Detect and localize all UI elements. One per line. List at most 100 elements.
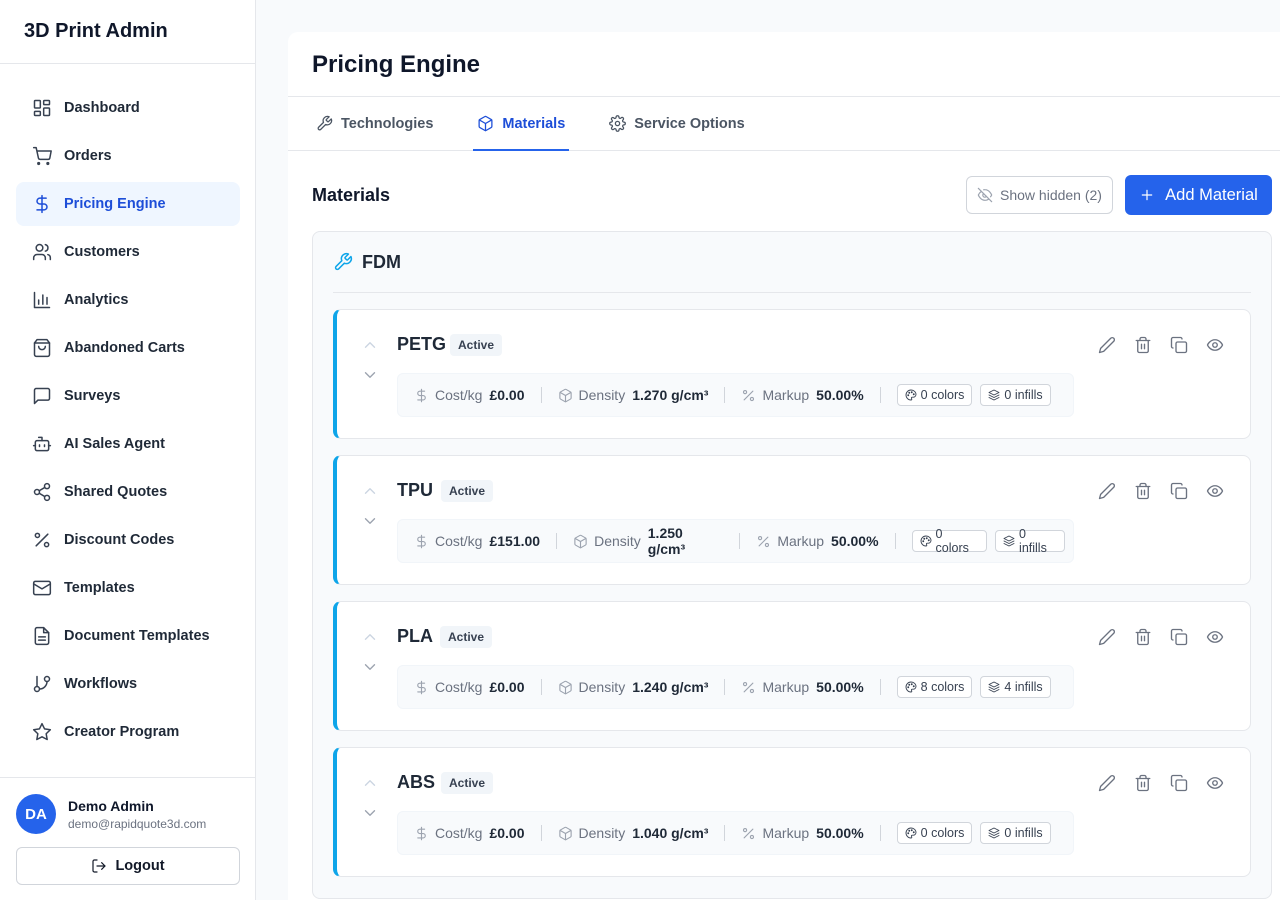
sidebar-item-abandoned-carts[interactable]: Abandoned Carts [16,326,240,370]
user-panel: DA Demo Admin demo@rapidquote3d.com Logo… [0,777,256,900]
colors-chip: 8 colors [896,676,973,698]
percent-icon [741,826,762,841]
copy-icon[interactable] [1170,482,1190,502]
tab-materials[interactable]: Materials [473,97,570,151]
tab-service-options[interactable]: Service Options [605,97,748,150]
colors-count: 8 colors [920,680,965,694]
edit-icon[interactable] [1098,774,1118,794]
bag-icon [32,338,52,358]
material-name: PLA [397,626,433,646]
logout-button[interactable]: Logout [16,847,240,885]
eye-icon[interactable] [1206,482,1226,502]
mail-icon [32,578,52,598]
sidebar-item-surveys[interactable]: Surveys [16,374,240,418]
sidebar-item-label: Surveys [64,388,121,404]
box-icon [558,388,579,403]
sidebar-item-label: Shared Quotes [64,484,168,500]
sidebar-item-templates[interactable]: Templates [16,566,240,610]
move-up-icon[interactable] [361,628,379,646]
status-badge: Active [440,626,493,648]
material-card-petg: PETG Active Cost/kg £0.00 Density 1.270 … [333,309,1251,439]
sidebar: 3D Print Admin Dashboard Orders Pricing … [0,0,256,900]
sidebar-item-pricing-engine[interactable]: Pricing Engine [16,182,240,226]
eye-icon[interactable] [1206,774,1226,794]
markup-label: Markup [777,533,825,549]
box-icon [558,826,579,841]
eye-icon[interactable] [1206,628,1226,648]
move-up-icon[interactable] [361,774,379,792]
sidebar-item-orders[interactable]: Orders [16,134,240,178]
trash-icon[interactable] [1134,774,1154,794]
copy-icon[interactable] [1170,336,1190,356]
show-hidden-button[interactable]: Show hidden (2) [966,176,1113,214]
group-name: FDM [362,251,401,272]
sidebar-item-label: Orders [64,148,112,164]
sidebar-item-label: Templates [64,580,135,596]
edit-icon[interactable] [1098,628,1118,648]
tab-label: Materials [502,115,566,132]
move-up-icon[interactable] [361,336,379,354]
cost-value: £0.00 [489,387,525,403]
trash-icon[interactable] [1134,482,1154,502]
add-material-button[interactable]: Add Material [1125,175,1272,215]
user-email: demo@rapidquote3d.com [68,816,207,831]
colors-chip: 0 colors [896,384,973,406]
logout-label: Logout [115,858,165,874]
eye-icon[interactable] [1206,336,1226,356]
sidebar-item-workflows[interactable]: Workflows [16,662,240,706]
material-card-abs: ABS Active Cost/kg £0.00 Density 1.040 g… [333,747,1251,877]
markup-value: 50.00% [816,679,864,695]
tab-technologies[interactable]: Technologies [312,97,437,150]
plus-icon [1139,187,1165,203]
density-label: Density [578,825,626,841]
tab-bar: Technologies Materials Service Options [288,97,1280,151]
box-icon [477,115,502,132]
sidebar-item-shared-quotes[interactable]: Shared Quotes [16,470,240,514]
move-down-icon[interactable] [361,512,379,530]
dollar-icon [414,680,435,695]
edit-icon[interactable] [1098,482,1118,502]
dollar-icon [32,194,52,214]
bot-icon [32,434,52,454]
copy-icon[interactable] [1170,774,1190,794]
edit-icon[interactable] [1098,336,1118,356]
copy-icon[interactable] [1170,628,1190,648]
percent-icon [741,388,762,403]
sidebar-item-document-templates[interactable]: Document Templates [16,614,240,658]
sidebar-item-customers[interactable]: Customers [16,230,240,274]
sidebar-item-creator-program[interactable]: Creator Program [16,710,240,754]
trash-icon[interactable] [1134,628,1154,648]
sidebar-item-label: Dashboard [64,100,140,116]
move-down-icon[interactable] [361,804,379,822]
layers-icon [1003,535,1019,547]
material-stats: Cost/kg £0.00 Density 1.240 g/cm³ Markup… [397,665,1074,709]
move-down-icon[interactable] [361,658,379,676]
material-name: ABS [397,772,436,792]
sidebar-item-discount-codes[interactable]: Discount Codes [16,518,240,562]
markup-value: 50.00% [816,825,864,841]
material-name: TPU [397,480,433,500]
palette-icon [905,827,921,839]
users-icon [32,242,52,262]
status-badge: Active [450,334,503,356]
infills-count: 0 infills [1019,527,1047,555]
trash-icon[interactable] [1134,336,1154,356]
move-up-icon[interactable] [361,482,379,500]
wrench-icon [333,252,362,272]
infills-count: 0 infills [1004,826,1043,840]
dollar-icon [414,826,435,841]
infills-chip: 0 infills [995,527,1066,555]
material-stats: Cost/kg £0.00 Density 1.270 g/cm³ Markup… [397,373,1074,417]
sidebar-item-dashboard[interactable]: Dashboard [16,86,240,130]
sidebar-item-ai-sales-agent[interactable]: AI Sales Agent [16,422,240,466]
infills-chip: 0 infills [980,384,1051,406]
infills-chip: 0 infills [980,822,1051,844]
material-stats: Cost/kg £151.00 Density 1.250 g/cm³ Mark… [397,519,1074,563]
colors-chip: 0 colors [911,527,988,555]
dashboard-icon [32,98,52,118]
tab-label: Service Options [634,115,745,132]
sidebar-item-analytics[interactable]: Analytics [16,278,240,322]
move-down-icon[interactable] [361,366,379,384]
section-title: Materials [312,184,391,205]
density-label: Density [594,533,641,549]
